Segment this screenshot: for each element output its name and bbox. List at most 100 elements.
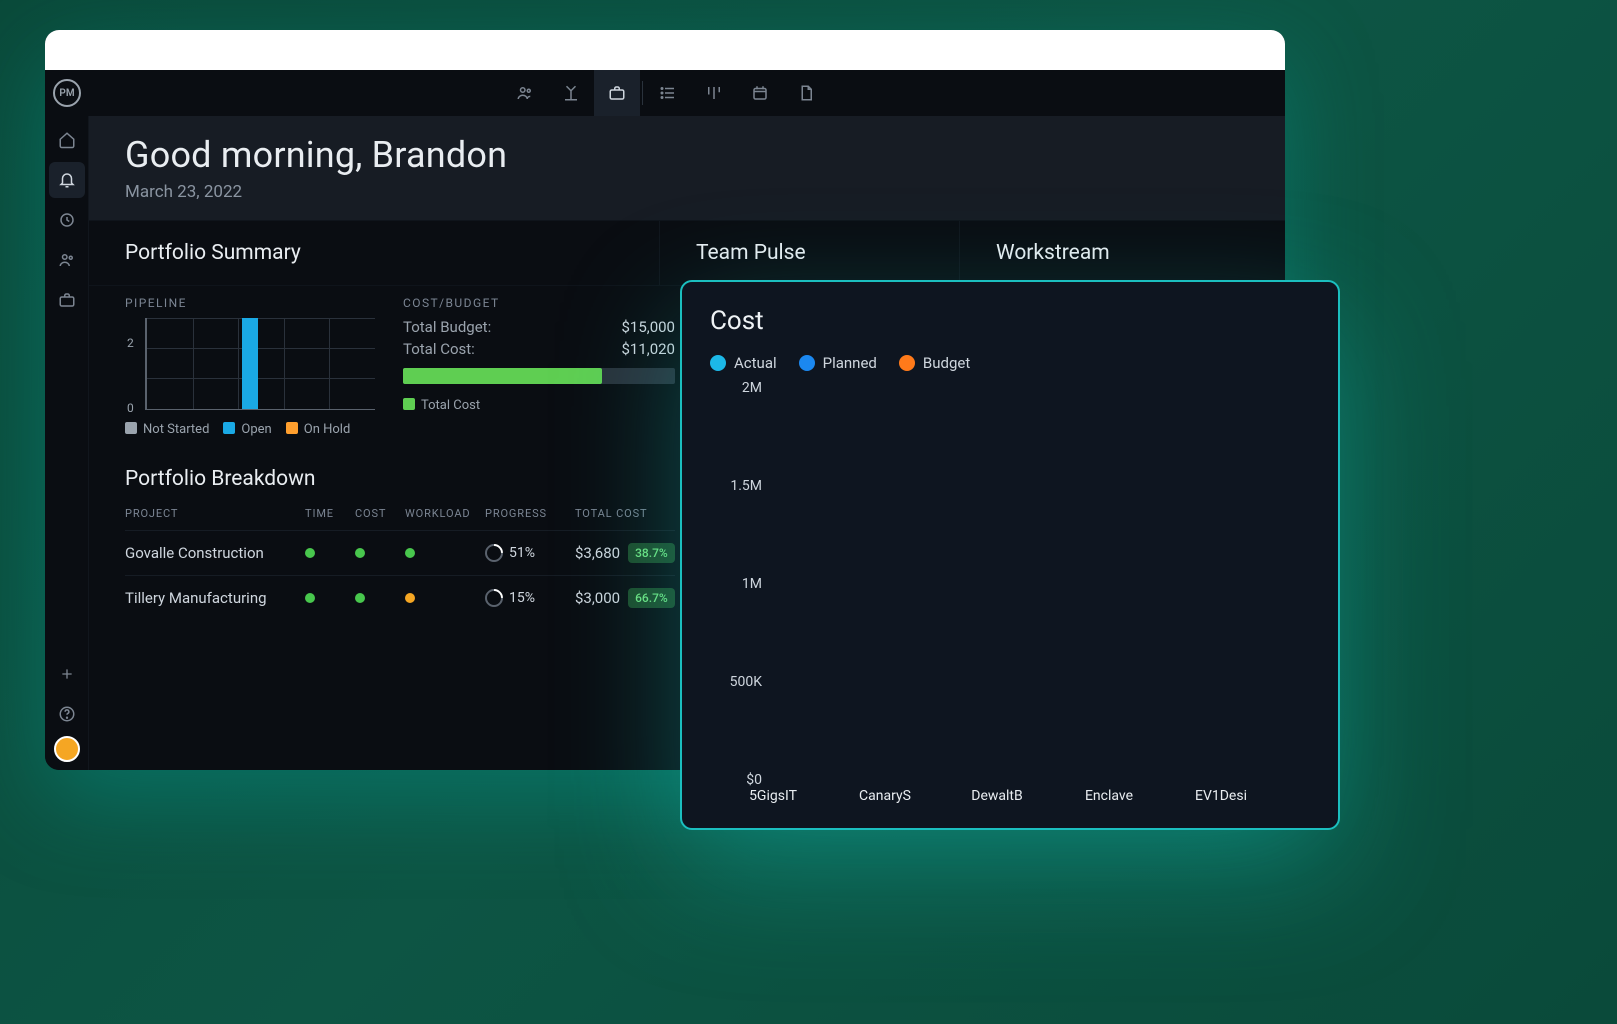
breakdown-title: Portfolio Breakdown (125, 467, 675, 491)
col-workload: WORKLOAD (405, 507, 485, 520)
app-logo[interactable]: PM (45, 79, 89, 107)
people-icon[interactable] (49, 242, 85, 278)
briefcase-icon[interactable] (594, 70, 640, 116)
legend-item: Not Started (125, 422, 209, 437)
pipeline-tick: 0 (127, 401, 134, 415)
top-nav-icons (502, 70, 829, 116)
legend-item: On Hold (286, 422, 351, 437)
cell-cost (355, 544, 405, 562)
status-dot-icon (405, 593, 415, 603)
x-tick: Enclave (1054, 788, 1164, 804)
clock-icon[interactable] (49, 202, 85, 238)
cost-budget-legend: Total Cost (403, 398, 675, 413)
table-row[interactable]: Tillery Manufacturing 15% $3,00066.7% (125, 575, 675, 620)
section-workstream: Workstream (959, 221, 1285, 285)
cell-progress: 15% (485, 589, 575, 607)
table-header: PROJECT TIME COST WORKLOAD PROGRESS TOTA… (125, 507, 675, 520)
x-tick: DewaltB (942, 788, 1052, 804)
pipeline-chart: 2 0 (145, 318, 375, 410)
plus-icon[interactable] (49, 656, 85, 692)
cell-workload (405, 544, 485, 562)
cell-cost (355, 589, 405, 607)
plot-area (780, 388, 1302, 780)
status-dot-icon (405, 548, 415, 558)
cell-progress: 51% (485, 544, 575, 562)
legend-actual: Actual (710, 354, 777, 372)
pct-badge: 38.7% (628, 543, 675, 563)
progress-ring-icon (481, 585, 506, 610)
table-row[interactable]: Govalle Construction 51% $3,68038.7% (125, 530, 675, 575)
greeting-title: Good morning, Brandon (125, 134, 1249, 176)
col-cost: COST (355, 507, 405, 520)
list-icon[interactable] (645, 70, 691, 116)
cell-totalcost: $3,68038.7% (575, 543, 675, 563)
team-icon[interactable] (502, 70, 548, 116)
cost-chart: 2M 1.5M 1M 500K $0 5GigsIT CanaryS Dewal… (710, 378, 1310, 810)
cell-project: Tillery Manufacturing (125, 589, 305, 607)
cost-budget-card: COST/BUDGET Total Budget: $15,000 Total C… (403, 296, 675, 437)
window-titlebar (45, 30, 1285, 70)
legend-item: Open (223, 422, 271, 437)
cost-budget-bar (403, 368, 675, 384)
y-axis: 2M 1.5M 1M 500K $0 (710, 388, 770, 780)
legend-budget: Budget (899, 354, 970, 372)
tools-icon[interactable] (548, 70, 594, 116)
cost-budget-label: COST/BUDGET (403, 296, 675, 310)
document-icon[interactable] (783, 70, 829, 116)
nav-divider (642, 81, 643, 105)
pipeline-bar-open (242, 318, 258, 409)
status-dot-icon (355, 593, 365, 603)
y-tick: $0 (710, 772, 770, 788)
y-tick: 1M (710, 576, 770, 592)
cell-totalcost: $3,00066.7% (575, 588, 675, 608)
top-nav: PM (45, 70, 1285, 116)
cost-card: Cost Actual Planned Budget 2M 1.5M 1M 50… (680, 280, 1340, 830)
pipeline-tick: 2 (127, 336, 134, 350)
progress-ring-icon (481, 540, 506, 565)
greeting-date: March 23, 2022 (125, 182, 1249, 202)
greeting-panel: Good morning, Brandon March 23, 2022 (89, 116, 1285, 220)
home-icon[interactable] (49, 122, 85, 158)
portfolio-icon[interactable] (49, 282, 85, 318)
side-rail (45, 116, 89, 770)
status-dot-icon (305, 548, 315, 558)
cost-title: Cost (710, 306, 1310, 336)
y-tick: 1.5M (710, 478, 770, 494)
total-cost-label: Total Cost: (403, 340, 475, 358)
help-icon[interactable] (49, 696, 85, 732)
cost-budget-fill (403, 368, 602, 384)
cost-legend: Actual Planned Budget (710, 354, 1310, 372)
legend-planned: Planned (799, 354, 877, 372)
total-cost-value: $11,020 (621, 340, 675, 358)
avatar[interactable] (54, 736, 80, 762)
x-tick: 5GigsIT (718, 788, 828, 804)
total-budget-value: $15,000 (621, 318, 675, 336)
y-tick: 500K (710, 674, 770, 690)
total-budget-label: Total Budget: (403, 318, 491, 336)
cell-time (305, 589, 355, 607)
col-progress: PROGRESS (485, 507, 575, 520)
x-tick: CanaryS (830, 788, 940, 804)
summary-row: PIPELINE (125, 296, 675, 437)
portfolio-panel: PIPELINE (89, 286, 711, 770)
col-time: TIME (305, 507, 355, 520)
col-totalcost: TOTAL COST (575, 507, 675, 520)
board-icon[interactable] (691, 70, 737, 116)
portfolio-breakdown: Portfolio Breakdown PROJECT TIME COST WO… (125, 467, 675, 620)
col-project: PROJECT (125, 507, 305, 520)
pipeline-label: PIPELINE (125, 296, 375, 310)
bell-icon[interactable] (49, 162, 85, 198)
cell-workload (405, 589, 485, 607)
pipeline-legend: Not Started Open On Hold (125, 422, 375, 437)
y-tick: 2M (710, 380, 770, 396)
x-tick: EV1Desi (1166, 788, 1276, 804)
logo-text: PM (59, 88, 74, 99)
cell-time (305, 544, 355, 562)
breakdown-table: PROJECT TIME COST WORKLOAD PROGRESS TOTA… (125, 507, 675, 620)
section-team-pulse: Team Pulse (659, 221, 959, 285)
status-dot-icon (355, 548, 365, 558)
pipeline-card: PIPELINE (125, 296, 375, 437)
section-headers: Portfolio Summary Team Pulse Workstream (89, 220, 1285, 286)
pct-badge: 66.7% (628, 588, 675, 608)
calendar-icon[interactable] (737, 70, 783, 116)
